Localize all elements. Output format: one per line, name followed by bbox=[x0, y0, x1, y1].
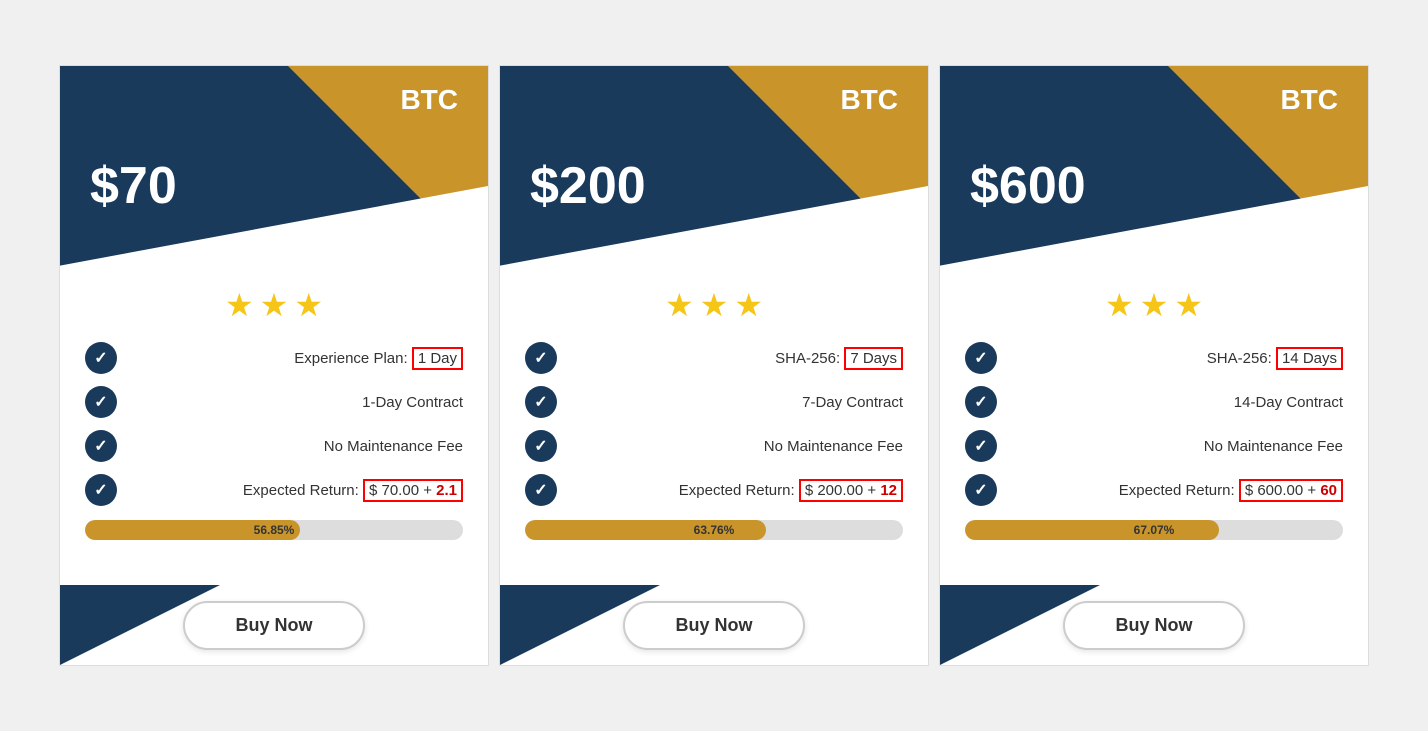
card-header: BTC $600 bbox=[940, 66, 1368, 266]
price-label: $70 bbox=[90, 156, 177, 216]
star-icon: ★ bbox=[665, 286, 694, 324]
return-red-value: 2.1 bbox=[436, 482, 457, 499]
star-icon: ★ bbox=[260, 286, 289, 324]
feature-text: SHA-256: 7 Days bbox=[569, 347, 903, 370]
feature-text: Experience Plan: 1 Day bbox=[129, 347, 463, 370]
highlight-badge: 7 Days bbox=[844, 347, 903, 370]
return-red-value: 12 bbox=[880, 482, 897, 499]
buy-now-button[interactable]: Buy Now bbox=[623, 601, 804, 650]
feature-text: 1-Day Contract bbox=[129, 394, 463, 411]
feature-row: Experience Plan: 1 Day bbox=[85, 342, 463, 374]
feature-text: No Maintenance Fee bbox=[129, 438, 463, 455]
return-highlight: $ 200.00 + 12 bbox=[799, 479, 903, 502]
check-icon bbox=[85, 342, 117, 374]
check-icon bbox=[965, 342, 997, 374]
progress-label: 67.07% bbox=[1134, 523, 1175, 537]
buy-now-button[interactable]: Buy Now bbox=[1063, 601, 1244, 650]
feature-text: Expected Return: $ 600.00 + 60 bbox=[1009, 479, 1343, 502]
check-icon bbox=[965, 386, 997, 418]
feature-row: Expected Return: $ 600.00 + 60 bbox=[965, 474, 1343, 506]
star-icon: ★ bbox=[734, 286, 763, 324]
card-footer: Buy Now bbox=[500, 585, 928, 665]
feature-row: Expected Return: $ 200.00 + 12 bbox=[525, 474, 903, 506]
feature-row: No Maintenance Fee bbox=[965, 430, 1343, 462]
price-label: $600 bbox=[970, 156, 1086, 216]
btc-label: BTC bbox=[400, 84, 458, 116]
feature-row: Expected Return: $ 70.00 + 2.1 bbox=[85, 474, 463, 506]
check-icon bbox=[85, 474, 117, 506]
card-header: BTC $70 bbox=[60, 66, 488, 266]
check-icon bbox=[525, 474, 557, 506]
card-body: ★★★SHA-256: 7 Days7-Day ContractNo Maint… bbox=[500, 266, 928, 585]
check-icon bbox=[525, 386, 557, 418]
feature-row: No Maintenance Fee bbox=[525, 430, 903, 462]
buy-now-button[interactable]: Buy Now bbox=[183, 601, 364, 650]
check-icon bbox=[965, 430, 997, 462]
stars-container: ★★★ bbox=[85, 286, 463, 324]
btc-label: BTC bbox=[840, 84, 898, 116]
card-2: BTC$200★★★SHA-256: 7 Days7-Day ContractN… bbox=[499, 65, 929, 666]
star-icon: ★ bbox=[1174, 286, 1203, 324]
feature-text: SHA-256: 14 Days bbox=[1009, 347, 1343, 370]
card-footer: Buy Now bbox=[940, 585, 1368, 665]
feature-text: 7-Day Contract bbox=[569, 394, 903, 411]
check-icon bbox=[85, 430, 117, 462]
feature-row: SHA-256: 14 Days bbox=[965, 342, 1343, 374]
feature-row: No Maintenance Fee bbox=[85, 430, 463, 462]
card-header: BTC $200 bbox=[500, 66, 928, 266]
check-icon bbox=[525, 342, 557, 374]
check-icon bbox=[525, 430, 557, 462]
highlight-badge: 14 Days bbox=[1276, 347, 1343, 370]
progress-bar-fill bbox=[965, 520, 1219, 540]
card-body: ★★★Experience Plan: 1 Day1-Day ContractN… bbox=[60, 266, 488, 585]
feature-row: 7-Day Contract bbox=[525, 386, 903, 418]
feature-row: SHA-256: 7 Days bbox=[525, 342, 903, 374]
check-icon bbox=[965, 474, 997, 506]
stars-container: ★★★ bbox=[525, 286, 903, 324]
progress-bar-container: 67.07% bbox=[965, 520, 1343, 540]
progress-bar-container: 63.76% bbox=[525, 520, 903, 540]
cards-container: BTC$70★★★Experience Plan: 1 Day1-Day Con… bbox=[34, 45, 1394, 686]
progress-label: 63.76% bbox=[694, 523, 735, 537]
highlight-badge: 1 Day bbox=[412, 347, 463, 370]
star-icon: ★ bbox=[225, 286, 254, 324]
check-icon bbox=[85, 386, 117, 418]
feature-text: 14-Day Contract bbox=[1009, 394, 1343, 411]
feature-text: No Maintenance Fee bbox=[1009, 438, 1343, 455]
return-highlight: $ 70.00 + 2.1 bbox=[363, 479, 463, 502]
card-1: BTC$70★★★Experience Plan: 1 Day1-Day Con… bbox=[59, 65, 489, 666]
price-label: $200 bbox=[530, 156, 646, 216]
feature-text: Expected Return: $ 200.00 + 12 bbox=[569, 479, 903, 502]
card-3: BTC$600★★★SHA-256: 14 Days14-Day Contrac… bbox=[939, 65, 1369, 666]
feature-row: 14-Day Contract bbox=[965, 386, 1343, 418]
return-red-value: 60 bbox=[1320, 482, 1337, 499]
feature-row: 1-Day Contract bbox=[85, 386, 463, 418]
card-footer: Buy Now bbox=[60, 585, 488, 665]
progress-label: 56.85% bbox=[254, 523, 295, 537]
stars-container: ★★★ bbox=[965, 286, 1343, 324]
star-icon: ★ bbox=[700, 286, 729, 324]
return-highlight: $ 600.00 + 60 bbox=[1239, 479, 1343, 502]
card-body: ★★★SHA-256: 14 Days14-Day ContractNo Mai… bbox=[940, 266, 1368, 585]
star-icon: ★ bbox=[294, 286, 323, 324]
feature-text: Expected Return: $ 70.00 + 2.1 bbox=[129, 479, 463, 502]
star-icon: ★ bbox=[1105, 286, 1134, 324]
btc-label: BTC bbox=[1280, 84, 1338, 116]
star-icon: ★ bbox=[1140, 286, 1169, 324]
progress-bar-container: 56.85% bbox=[85, 520, 463, 540]
feature-text: No Maintenance Fee bbox=[569, 438, 903, 455]
